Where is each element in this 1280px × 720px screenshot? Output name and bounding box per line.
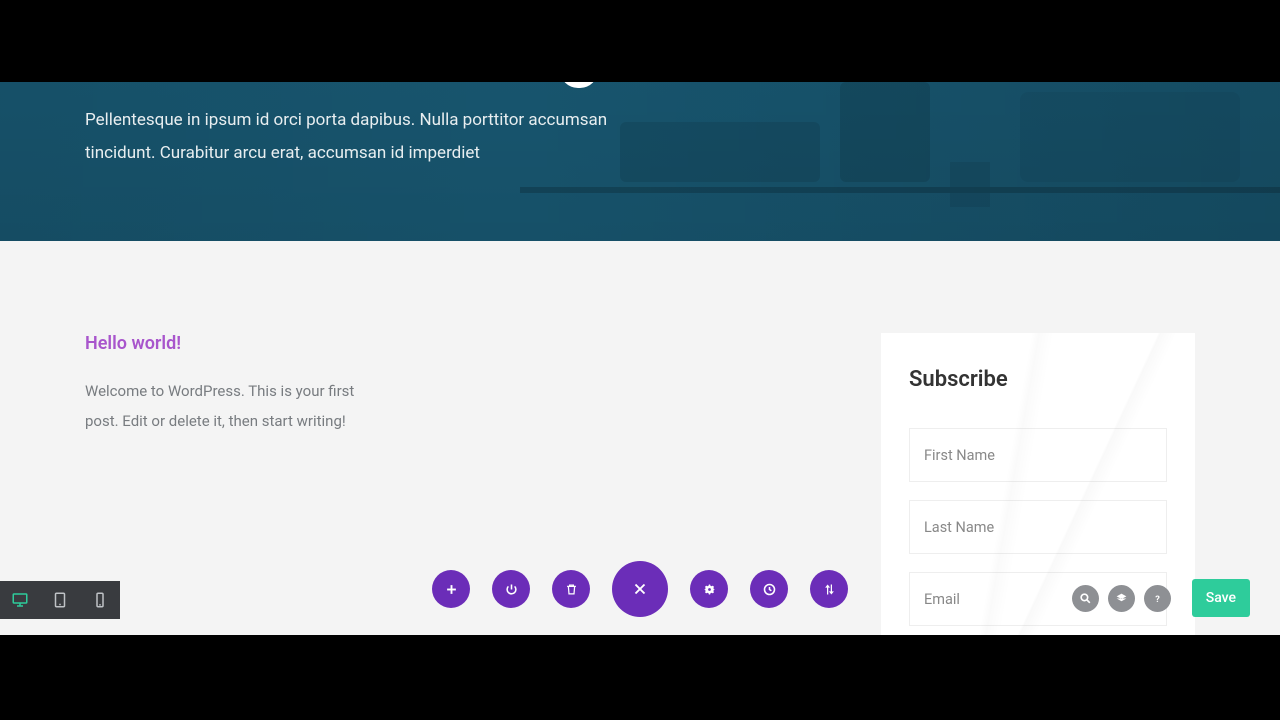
hero-section: Pellentesque in ipsum id orci porta dapi…: [0, 82, 1280, 241]
search-icon: [1079, 592, 1092, 605]
help-button[interactable]: ?: [1144, 585, 1171, 612]
save-button[interactable]: Save: [1192, 579, 1250, 617]
power-icon: [504, 582, 519, 597]
phone-icon: [91, 591, 109, 609]
add-button[interactable]: [432, 570, 470, 608]
phone-view-button[interactable]: [80, 581, 120, 619]
trash-icon: [564, 582, 579, 597]
plus-icon: [444, 582, 459, 597]
first-name-field[interactable]: First Name: [909, 428, 1167, 482]
post-title-link[interactable]: Hello world!: [85, 333, 385, 354]
clock-icon: [762, 582, 777, 597]
history-button[interactable]: [750, 570, 788, 608]
power-button[interactable]: [492, 570, 530, 608]
gear-icon: [702, 582, 717, 597]
layers-icon: [1115, 592, 1128, 605]
svg-text:?: ?: [1155, 593, 1160, 604]
responsive-preview-switcher: [0, 581, 120, 619]
builder-toolbar: [432, 561, 848, 617]
first-name-placeholder: First Name: [924, 447, 995, 464]
save-button-label: Save: [1206, 590, 1236, 606]
tablet-icon: [51, 591, 69, 609]
layers-help-button[interactable]: [1108, 585, 1135, 612]
post-body: Welcome to WordPress. This is your first…: [85, 376, 385, 436]
hero-paragraph: Pellentesque in ipsum id orci porta dapi…: [85, 82, 645, 170]
delete-button[interactable]: [552, 570, 590, 608]
search-help-button[interactable]: [1072, 585, 1099, 612]
tablet-view-button[interactable]: [40, 581, 80, 619]
page-canvas: Pellentesque in ipsum id orci porta dapi…: [0, 82, 1280, 635]
close-toolbar-button[interactable]: [612, 561, 668, 617]
sort-button[interactable]: [810, 570, 848, 608]
last-name-field[interactable]: Last Name: [909, 500, 1167, 554]
close-icon: [631, 580, 649, 598]
email-placeholder: Email: [924, 591, 960, 608]
sort-arrows-icon: [822, 582, 837, 597]
question-icon: ?: [1151, 592, 1164, 605]
subscribe-title: Subscribe: [909, 367, 1167, 392]
desktop-icon: [11, 591, 29, 609]
blog-post: Hello world! Welcome to WordPress. This …: [85, 333, 385, 436]
help-cluster: ? Save: [1072, 579, 1250, 617]
settings-button[interactable]: [690, 570, 728, 608]
desktop-view-button[interactable]: [0, 581, 40, 619]
last-name-placeholder: Last Name: [924, 519, 994, 536]
